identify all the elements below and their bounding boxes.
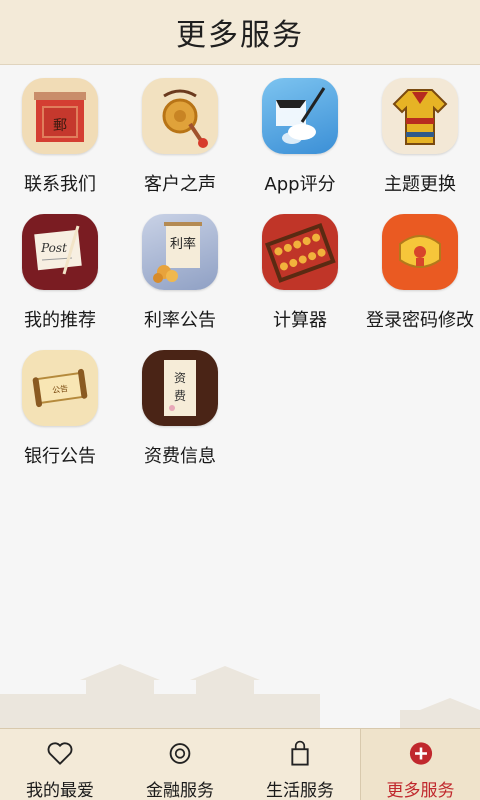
- nav-label: 我的最爱: [26, 781, 94, 800]
- postcard-glyph: Post: [40, 241, 67, 255]
- robe-icon: [382, 78, 458, 154]
- header-bar: 更多服务: [0, 0, 480, 65]
- fee-glyph-bottom: 费: [174, 389, 186, 403]
- coin-icon: [169, 743, 191, 764]
- page-title: 更多服务: [176, 18, 304, 53]
- scroll-glyph: 利率: [170, 236, 196, 252]
- tile-label: App评分: [264, 174, 336, 195]
- tile-label: 计算器: [273, 310, 327, 331]
- postcard-icon: Post: [22, 214, 98, 290]
- service-password-change[interactable]: 登录密码修改: [360, 214, 480, 350]
- nav-label: 更多服务: [386, 781, 455, 800]
- nav-tab-favorites[interactable]: 我的最爱: [0, 729, 120, 800]
- nav-tab-more[interactable]: 更多服务: [360, 729, 480, 800]
- nav-label: 生活服务: [266, 781, 334, 800]
- tile-label: 主题更换: [384, 174, 456, 195]
- nav-tab-finance[interactable]: 金融服务: [120, 729, 240, 800]
- heart-icon: [47, 742, 73, 765]
- lock-ornament-icon: [382, 214, 458, 290]
- scroll-icon: 利率: [142, 214, 218, 290]
- tile-label: 客户之声: [144, 174, 216, 195]
- service-my-recommend[interactable]: Post 我的推荐: [0, 214, 120, 350]
- tile-label: 利率公告: [144, 310, 216, 331]
- tile-label: 银行公告: [24, 446, 96, 467]
- plus-circle-icon: [409, 742, 432, 765]
- fee-glyph-top: 资: [174, 371, 186, 385]
- tile-label: 联系我们: [24, 174, 96, 195]
- tile-label: 我的推荐: [24, 310, 96, 331]
- service-customer-voice[interactable]: 客户之声: [120, 78, 240, 214]
- service-rate-notice[interactable]: 利率 利率公告: [120, 214, 240, 350]
- abacus-icon: [262, 214, 338, 290]
- palace-skyline-decoration: [0, 664, 480, 730]
- fee-book-icon: 资 费: [142, 350, 218, 426]
- bottom-navigation: 我的最爱 金融服务 生活服务 更多服务: [0, 728, 480, 800]
- envelope-icon: 郵: [22, 78, 98, 154]
- notice-scroll-icon: 公告: [22, 350, 98, 426]
- nav-tab-life[interactable]: 生活服务: [240, 729, 360, 800]
- tile-label: 资费信息: [144, 446, 216, 467]
- envelope-glyph: 郵: [53, 118, 67, 134]
- gong-icon: [142, 78, 218, 154]
- service-app-rating[interactable]: App评分: [240, 78, 360, 214]
- nav-label: 金融服务: [146, 781, 214, 800]
- service-calculator[interactable]: 计算器: [240, 214, 360, 350]
- service-bank-notice[interactable]: 公告 银行公告: [0, 350, 120, 486]
- service-theme-change[interactable]: 主题更换: [360, 78, 480, 214]
- service-contact-us[interactable]: 郵 联系我们: [0, 78, 120, 214]
- services-grid: 郵 联系我们 客户之声 App评分 主题更换 Post 我的推荐 利率 利率公告…: [0, 78, 480, 486]
- service-fee-info[interactable]: 资 费 资费信息: [120, 350, 240, 486]
- quill-brush-icon: [262, 78, 338, 154]
- shopping-bag-icon: [291, 740, 309, 766]
- tile-label: 登录密码修改: [366, 310, 474, 331]
